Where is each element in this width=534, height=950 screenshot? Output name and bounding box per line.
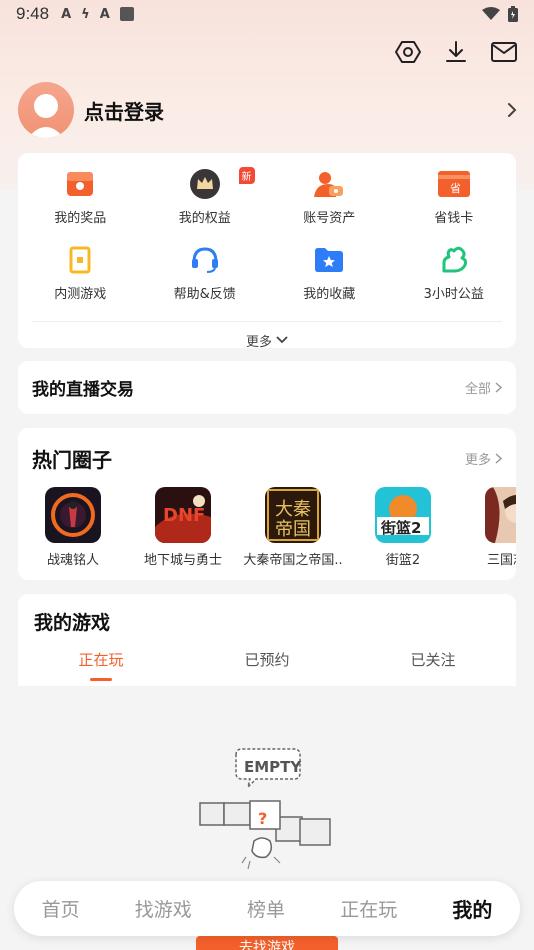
charity-icon bbox=[437, 243, 471, 277]
empty-text: EMPTY bbox=[244, 758, 302, 776]
chevron-right-icon[interactable] bbox=[506, 101, 518, 119]
my-games-title: 我的游戏 bbox=[34, 612, 111, 634]
login-label[interactable]: 点击登录 bbox=[84, 96, 164, 125]
notification-a-icon: A bbox=[61, 6, 72, 22]
my-games-tabs: 正在玩 已预约 已关注 bbox=[18, 649, 516, 681]
game-icon-daqin: 大秦 帝国 bbox=[265, 487, 321, 543]
settings-hexagon-icon[interactable] bbox=[394, 38, 422, 66]
hot-circles-title: 热门圈子 bbox=[32, 448, 112, 472]
svg-text:街篮2: 街篮2 bbox=[380, 519, 421, 537]
prize-icon bbox=[63, 167, 97, 201]
shortcut-my-favorites[interactable]: 我的收藏 bbox=[267, 243, 392, 319]
shortcuts-card: 我的奖品 新 我的权益 账号资产 省 省钱卡 内测游戏 帮助&反馈 我的收藏 3… bbox=[18, 153, 517, 350]
account-asset-icon bbox=[312, 167, 346, 201]
circle-label: 战魂铭人 bbox=[46, 553, 99, 568]
battery-icon bbox=[508, 6, 518, 22]
shortcuts-more-button[interactable]: 更多 bbox=[18, 322, 516, 358]
live-trade-all-button[interactable]: 全部 bbox=[465, 378, 502, 397]
circle-label: 地下城与勇士 bbox=[143, 553, 222, 568]
circle-item[interactable]: 大秦 帝国 大秦帝国之帝国.. bbox=[238, 487, 348, 568]
nav-home[interactable]: 首页 bbox=[42, 895, 80, 922]
live-trade-title: 我的直播交易 bbox=[32, 380, 134, 400]
hot-circles-card: 热门圈子 更多 战魂铭人 DNF 地下城与勇士 大秦帝国 大秦帝国之帝国.. bbox=[18, 428, 516, 580]
svg-text:帝国: 帝国 bbox=[275, 519, 311, 540]
game-icon-zhanhun bbox=[45, 487, 101, 543]
empty-illustration: EMPTY ? bbox=[196, 745, 336, 875]
notification-a-icon: A bbox=[99, 6, 110, 22]
beta-game-icon bbox=[63, 243, 97, 277]
notification-bolt-icon: ϟ bbox=[81, 6, 90, 22]
saving-card-icon: 省 bbox=[437, 167, 471, 201]
avatar[interactable] bbox=[18, 82, 74, 138]
shortcut-label: 我的奖品 bbox=[54, 211, 107, 226]
svg-text:DNF: DNF bbox=[163, 505, 205, 526]
game-icon-sanguo bbox=[485, 487, 516, 543]
nav-rankings[interactable]: 榜单 bbox=[247, 895, 285, 922]
tab-playing[interactable]: 正在玩 bbox=[18, 649, 184, 681]
status-time: 9:48 bbox=[16, 4, 50, 23]
shortcut-label: 我的权益 bbox=[178, 211, 231, 226]
tab-followed[interactable]: 已关注 bbox=[350, 649, 516, 681]
chevron-down-icon bbox=[276, 336, 288, 344]
circle-item[interactable]: 街篮2 街篮2 bbox=[348, 487, 458, 568]
favorites-folder-icon bbox=[312, 243, 346, 277]
circle-label: 大秦帝国之帝国.. bbox=[243, 553, 343, 568]
status-bar: 9:48 A ϟ A bbox=[0, 0, 534, 28]
more-label: 更多 bbox=[245, 334, 272, 350]
chevron-right-icon bbox=[495, 453, 502, 464]
nav-mine[interactable]: 我的 bbox=[452, 894, 492, 923]
all-label: 全部 bbox=[464, 382, 491, 397]
wifi-icon bbox=[482, 7, 500, 20]
shortcut-beta-games[interactable]: 内测游戏 bbox=[18, 243, 143, 319]
svg-text:大秦: 大秦 bbox=[275, 499, 311, 520]
notification-icons: A ϟ A bbox=[61, 7, 134, 22]
chevron-right-icon bbox=[495, 382, 502, 393]
game-icon-dnf: DNF bbox=[155, 487, 211, 543]
header-actions bbox=[394, 38, 518, 66]
shortcut-label: 3小时公益 bbox=[423, 287, 484, 302]
game-icon-jielan: 街篮2 bbox=[375, 487, 431, 543]
hot-circles-more-button[interactable]: 更多 bbox=[465, 449, 502, 468]
svg-text:?: ? bbox=[258, 809, 267, 828]
shortcut-label: 省钱卡 bbox=[434, 211, 474, 226]
nav-find-game[interactable]: 找游戏 bbox=[135, 895, 192, 922]
bottom-nav: 首页 找游戏 榜单 正在玩 我的 bbox=[14, 881, 520, 936]
my-games-card: 我的游戏 正在玩 已预约 已关注 bbox=[18, 594, 516, 686]
svg-text:省: 省 bbox=[450, 182, 461, 195]
crown-icon bbox=[188, 167, 222, 201]
shortcut-my-prizes[interactable]: 我的奖品 bbox=[18, 167, 143, 243]
circle-item[interactable]: DNF 地下城与勇士 bbox=[128, 487, 238, 568]
notification-square-icon bbox=[119, 7, 134, 21]
more-label: 更多 bbox=[464, 453, 491, 468]
shortcut-charity[interactable]: 3小时公益 bbox=[392, 243, 517, 319]
shortcut-label: 账号资产 bbox=[303, 211, 356, 226]
shortcut-help-feedback[interactable]: 帮助&反馈 bbox=[143, 243, 268, 319]
headset-icon bbox=[188, 243, 222, 277]
circle-item[interactable]: 战魂铭人 bbox=[18, 487, 128, 568]
shortcut-label: 帮助&反馈 bbox=[173, 287, 236, 302]
new-badge: 新 bbox=[238, 167, 255, 184]
shortcut-account-assets[interactable]: 账号资产 bbox=[267, 167, 392, 243]
nav-playing[interactable]: 正在玩 bbox=[340, 895, 397, 922]
shortcut-my-rights[interactable]: 新 我的权益 bbox=[143, 167, 268, 243]
shortcut-label: 我的收藏 bbox=[303, 287, 356, 302]
circle-label: 街篮2 bbox=[385, 553, 421, 568]
find-game-button[interactable]: 去找游戏 bbox=[196, 936, 338, 950]
circle-label: 三国志幻 bbox=[486, 553, 516, 568]
download-icon[interactable] bbox=[442, 38, 470, 66]
live-trade-card[interactable]: 我的直播交易 全部 bbox=[18, 361, 516, 414]
tab-reserved[interactable]: 已预约 bbox=[184, 649, 350, 681]
login-row[interactable]: 点击登录 bbox=[18, 82, 518, 138]
mail-icon[interactable] bbox=[490, 38, 518, 66]
shortcut-saving-card[interactable]: 省 省钱卡 bbox=[392, 167, 517, 243]
shortcut-label: 内测游戏 bbox=[54, 287, 107, 302]
circle-item[interactable]: 三国志幻 bbox=[458, 487, 516, 568]
